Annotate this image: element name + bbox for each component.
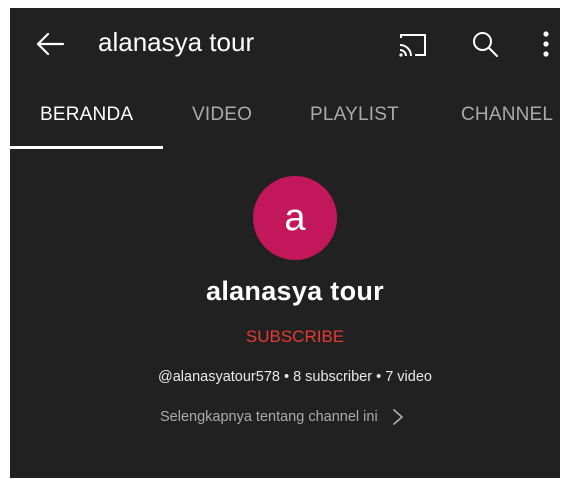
more-vert-icon bbox=[543, 31, 549, 57]
chevron-right-icon bbox=[392, 408, 404, 426]
page-title: alanasya tour bbox=[98, 27, 255, 57]
channel-about-label: Selengkapnya tentang channel ini bbox=[160, 409, 378, 425]
back-arrow-icon bbox=[36, 32, 65, 56]
tab-channel[interactable]: CHANNEL bbox=[461, 104, 553, 126]
cast-button[interactable] bbox=[395, 26, 431, 62]
back-button[interactable] bbox=[32, 26, 68, 62]
subscribe-button[interactable]: SUBSCRIBE bbox=[225, 322, 365, 352]
channel-stats: @alanasyatour578 • 8 subscriber • 7 vide… bbox=[158, 369, 432, 385]
channel-screen: alanasya tour BERANDA VIDEO PLAYLIST CHA… bbox=[10, 8, 560, 478]
channel-name: alanasya tour bbox=[206, 276, 384, 306]
more-options-button[interactable] bbox=[528, 26, 560, 62]
tab-video[interactable]: VIDEO bbox=[192, 104, 252, 126]
channel-tabs: BERANDA VIDEO PLAYLIST CHANNEL bbox=[10, 90, 560, 150]
tab-beranda[interactable]: BERANDA bbox=[40, 104, 133, 126]
active-tab-indicator bbox=[10, 146, 163, 149]
app-bar: alanasya tour bbox=[10, 8, 560, 80]
channel-about-link[interactable]: Selengkapnya tentang channel ini bbox=[160, 404, 404, 430]
search-icon bbox=[473, 32, 498, 57]
avatar: a bbox=[253, 176, 337, 260]
cast-icon bbox=[399, 34, 426, 57]
search-button[interactable] bbox=[467, 26, 503, 62]
tab-playlist[interactable]: PLAYLIST bbox=[310, 104, 399, 126]
